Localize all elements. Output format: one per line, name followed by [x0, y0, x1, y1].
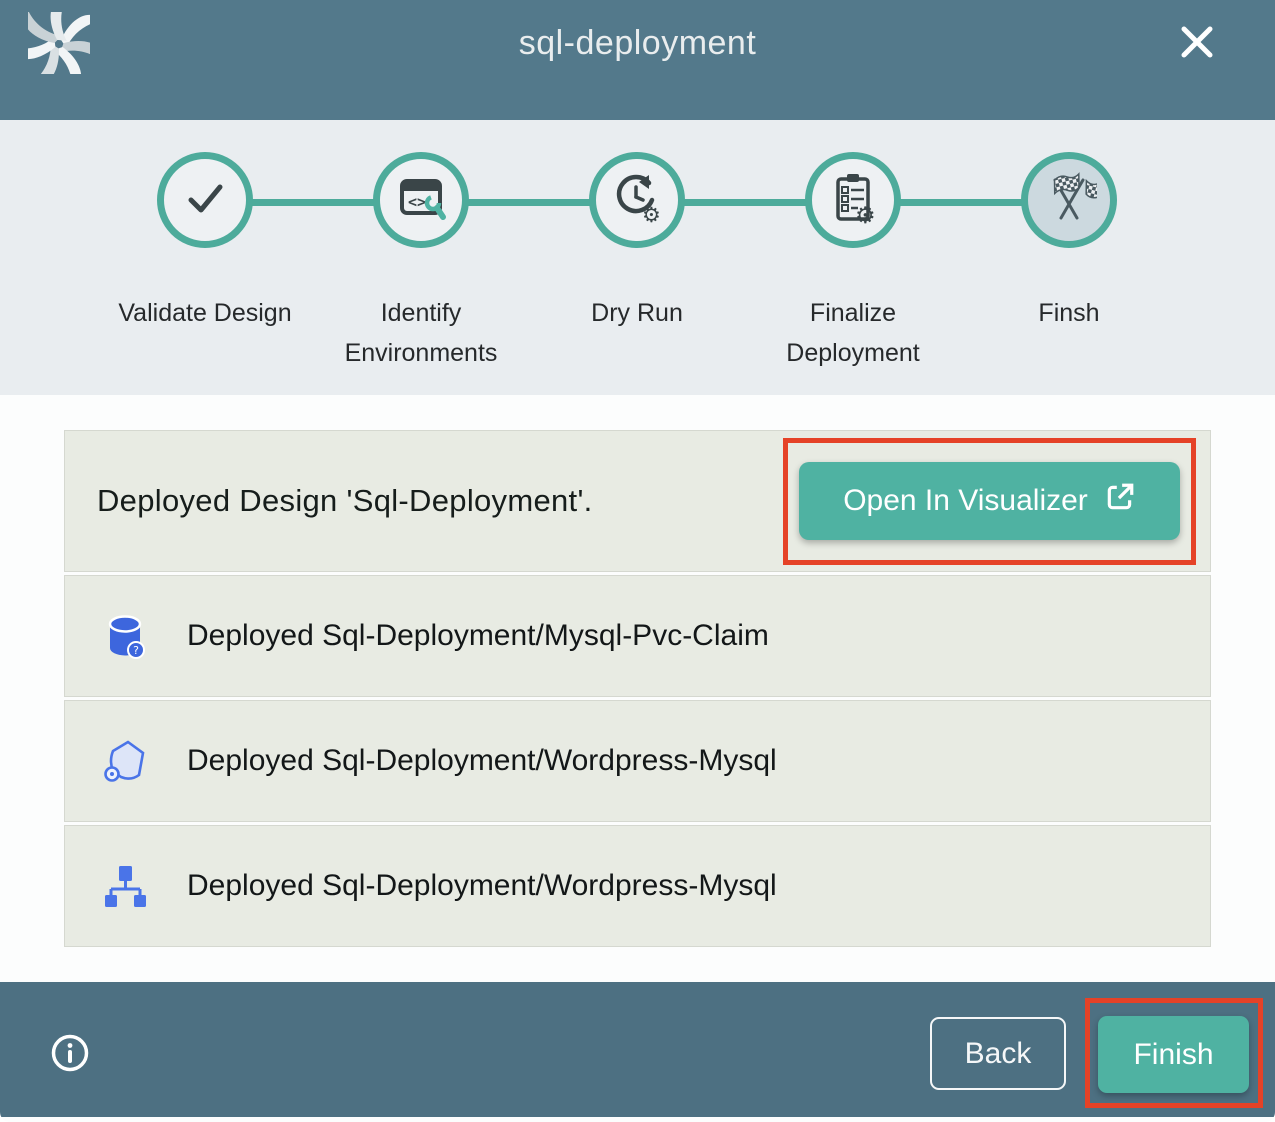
- tree-hierarchy-icon: [101, 862, 149, 910]
- step-circle: ⚙: [805, 152, 901, 248]
- finish-button[interactable]: Finish: [1098, 1016, 1249, 1093]
- deployed-resource-row: ? Deployed Sql-Deployment/Mysql-Pvc-Clai…: [64, 575, 1211, 697]
- svg-text:⚙: ⚙: [855, 203, 876, 226]
- dialog-footer: Back Finish: [0, 982, 1275, 1117]
- step-label: Finsh: [979, 294, 1159, 334]
- step-validate-design: Validate Design: [115, 152, 295, 334]
- deployed-resource-text: Deployed Sql-Deployment/Wordpress-Mysql: [187, 869, 777, 903]
- deployed-design-row: Deployed Design 'Sql-Deployment'. Open I…: [64, 430, 1211, 572]
- dialog-title: sql-deployment: [0, 24, 1275, 63]
- deployed-resource-row: Deployed Sql-Deployment/Wordpress-Mysql: [64, 700, 1211, 822]
- deployment-stepper: Validate Design <> Identify Environments: [0, 120, 1275, 395]
- highlight-box-visualizer: Open In Visualizer: [783, 438, 1196, 565]
- svg-text:?: ?: [133, 644, 139, 657]
- checkmark-icon: [177, 170, 233, 231]
- deployed-resource-row: Deployed Sql-Deployment/Wordpress-Mysql: [64, 825, 1211, 947]
- dialog-header: sql-deployment: [0, 0, 1275, 120]
- code-window-wrench-icon: <>: [393, 170, 449, 231]
- step-circle: [1021, 152, 1117, 248]
- svg-text:⚙: ⚙: [642, 203, 661, 226]
- back-button[interactable]: Back: [930, 1017, 1066, 1090]
- database-icon: ?: [101, 612, 149, 660]
- step-finish: Finsh: [979, 152, 1159, 334]
- step-dry-run: ⚙ Dry Run: [547, 152, 727, 334]
- pentagon-icon: [101, 737, 149, 785]
- deployment-results: Deployed Design 'Sql-Deployment'. Open I…: [0, 395, 1275, 982]
- step-label: Dry Run: [547, 294, 727, 334]
- highlight-box-finish: Finish: [1085, 998, 1263, 1108]
- step-label: Identify Environments: [331, 294, 511, 373]
- clipboard-checklist-gear-icon: ⚙: [825, 170, 881, 231]
- step-label: Validate Design: [115, 294, 295, 334]
- step-circle: ⚙: [589, 152, 685, 248]
- deployed-resource-text: Deployed Sql-Deployment/Wordpress-Mysql: [187, 744, 777, 778]
- close-icon[interactable]: [1175, 20, 1219, 64]
- checkered-flags-icon: [1041, 170, 1097, 231]
- info-icon[interactable]: [50, 1033, 90, 1073]
- step-label: Finalize Deployment: [763, 294, 943, 373]
- external-link-icon: [1104, 481, 1136, 521]
- step-circle: <>: [373, 152, 469, 248]
- deployment-wizard-dialog: sql-deployment Validate Design: [0, 0, 1275, 1122]
- step-circle: [157, 152, 253, 248]
- step-finalize-deployment: ⚙ Finalize Deployment: [763, 152, 943, 373]
- sync-clock-gear-icon: ⚙: [609, 170, 665, 231]
- step-identify-environments: <> Identify Environments: [331, 152, 511, 373]
- deployed-design-message: Deployed Design 'Sql-Deployment'.: [97, 483, 593, 519]
- svg-text:<>: <>: [408, 193, 426, 211]
- deployed-resource-text: Deployed Sql-Deployment/Mysql-Pvc-Claim: [187, 619, 769, 653]
- open-in-visualizer-button[interactable]: Open In Visualizer: [799, 462, 1180, 540]
- open-in-visualizer-label: Open In Visualizer: [843, 484, 1088, 518]
